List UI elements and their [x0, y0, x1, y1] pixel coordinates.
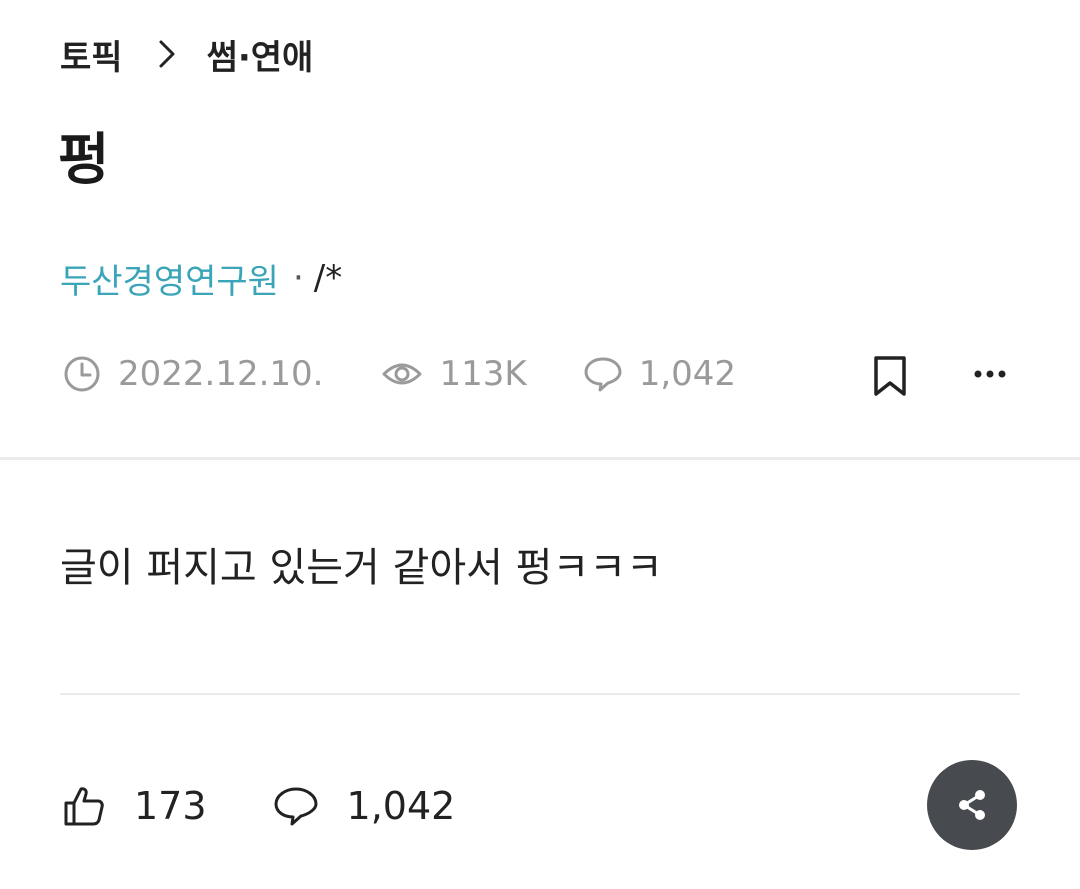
author-line: 두산경영연구원 · /* [60, 252, 342, 304]
bookmark-button[interactable] [870, 354, 910, 398]
share-button[interactable] [927, 760, 1017, 850]
bookmark-icon [874, 356, 906, 396]
thumbs-up-icon [64, 787, 104, 826]
post-title: 펑 [58, 128, 110, 193]
author-name[interactable]: 두산경영연구원 [60, 254, 279, 303]
eye-icon [382, 363, 422, 385]
speech-bubble-icon [584, 357, 622, 392]
comment-count: 1,042 [638, 354, 737, 394]
breadcrumb: 토픽 썸·연애 [60, 28, 313, 80]
post-actions: 173 1,042 [62, 778, 455, 834]
bottom-comment-count: 1,042 [346, 784, 456, 828]
post-body: 글이 퍼지고 있는거 같아서 펑ㅋㅋㅋ [60, 545, 663, 591]
author-company: /* [313, 258, 343, 298]
post-date: 2022.12.10. [118, 354, 324, 394]
meta-date: 2022.12.10. [62, 354, 323, 394]
share-icon [959, 790, 985, 820]
like-count: 173 [134, 784, 207, 828]
speech-bubble-icon [274, 787, 318, 826]
post-meta: 2022.12.10. 113K 1,042 [62, 348, 736, 400]
breadcrumb-category[interactable]: 썸·연애 [207, 30, 314, 79]
like-button[interactable]: 173 [62, 784, 207, 828]
comments-button[interactable]: 1,042 [273, 784, 456, 828]
chevron-right-icon [157, 39, 177, 69]
more-horizontal-icon [974, 370, 1006, 378]
view-count: 113K [439, 354, 527, 394]
meta-comments: 1,042 [583, 354, 736, 394]
author-separator: · [292, 258, 304, 298]
section-divider [0, 457, 1080, 460]
breadcrumb-topic[interactable]: 토픽 [60, 30, 123, 79]
clock-icon [64, 356, 100, 392]
content-divider [60, 693, 1020, 695]
meta-views: 113K [381, 354, 527, 394]
more-button[interactable] [966, 356, 1014, 392]
